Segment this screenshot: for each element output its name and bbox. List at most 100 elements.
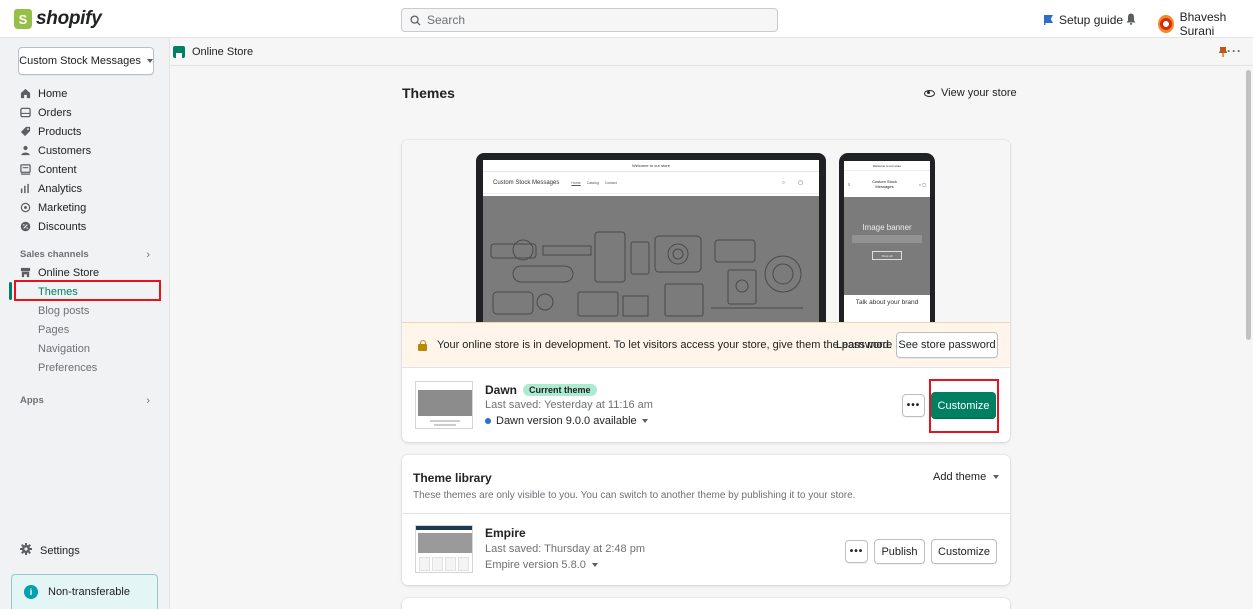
next-card: [402, 598, 1010, 609]
preview-store-name: Custom Stock Messages: [493, 179, 560, 186]
themes-highlight-annotation: [14, 280, 161, 301]
scrollbar[interactable]: [1244, 66, 1253, 609]
discount-icon: [20, 221, 31, 232]
library-theme-row: Empire Last saved: Thursday at 2:48 pm E…: [402, 513, 1010, 585]
sidebar-item-label: Customers: [38, 144, 92, 157]
search-placeholder: Search: [427, 13, 466, 27]
preview-nav: Home Catalog Contact: [571, 181, 616, 185]
search-icon: [410, 14, 421, 26]
chevron-down-icon: [591, 563, 598, 567]
shopify-bag-icon: S: [14, 9, 32, 29]
phone-banner: Image banner Shop all: [844, 197, 930, 295]
pin-icon[interactable]: [1219, 47, 1227, 57]
non-transferable-label: Non-transferable: [48, 586, 130, 598]
theme-more-actions-button[interactable]: •••: [902, 394, 925, 417]
library-theme-version-label: Empire version 5.8.0: [485, 559, 586, 571]
sidebar-item-label: Online Store: [38, 266, 100, 279]
scrollbar-thumb[interactable]: [1246, 70, 1251, 340]
library-theme-last-saved: Last saved: Thursday at 2:48 pm: [485, 543, 645, 555]
sidebar-item-label: Discounts: [38, 220, 87, 233]
chevron-down-icon: [993, 475, 1000, 479]
desktop-preview: Welcome to our store Custom Stock Messag…: [476, 153, 826, 322]
sidebar-item-discounts[interactable]: Discounts: [0, 217, 170, 236]
sidebar-subitem-blog-posts[interactable]: Blog posts: [0, 301, 170, 320]
user-name: Bhavesh Surani: [1179, 10, 1227, 38]
avatar: [1158, 15, 1174, 33]
sales-channels-label: Sales channels: [20, 249, 89, 260]
sidebar-item-orders[interactable]: Orders: [0, 103, 170, 122]
top-bar: S shopify Search Setup guide Bhavesh Sur…: [0, 0, 1253, 38]
sidebar-subitem-pages[interactable]: Pages: [0, 320, 170, 339]
library-customize-button[interactable]: Customize: [931, 539, 997, 564]
sidebar-item-customers[interactable]: Customers: [0, 141, 170, 160]
non-transferable-notice[interactable]: i Non-transferable: [11, 574, 158, 609]
sidebar-item-products[interactable]: Products: [0, 122, 170, 141]
phone-store-name: Custom Stock Messages: [872, 179, 897, 189]
gear-icon: [20, 543, 32, 558]
sidebar: Custom Stock Messages Home Orders Produc…: [0, 38, 170, 609]
chevron-right-icon: ›: [146, 395, 150, 407]
password-banner: Your online store is in development. To …: [402, 322, 1010, 367]
content-icon: [20, 164, 31, 175]
thumb-banner: [418, 533, 472, 553]
tag-icon: [20, 126, 31, 137]
thumb-cell: [458, 557, 469, 571]
thumb-line: [434, 424, 456, 426]
store-selector[interactable]: Custom Stock Messages: [18, 47, 154, 75]
theme-library-title: Theme library: [413, 471, 492, 485]
search-input[interactable]: Search: [401, 8, 778, 32]
breadcrumb-online-store[interactable]: Online Store: [173, 46, 253, 58]
phone-header-icons: ○ ▢: [918, 181, 926, 187]
view-store-link[interactable]: View your store: [924, 87, 1017, 99]
online-store-icon: [173, 46, 185, 58]
sidebar-item-home[interactable]: Home: [0, 84, 170, 103]
sidebar-item-label: Content: [38, 163, 77, 176]
chevron-down-icon: [641, 419, 648, 423]
phone-screen: Welcome to our store ≡ Custom Stock Mess…: [844, 161, 930, 322]
settings-link[interactable]: Settings: [20, 543, 80, 558]
theme-version-dropdown[interactable]: Dawn version 9.0.0 available: [485, 415, 648, 427]
theme-library-card: Theme library These themes are only visi…: [402, 455, 1010, 585]
see-store-password-button[interactable]: See store password: [896, 332, 998, 358]
sales-channels-header[interactable]: Sales channels ›: [20, 249, 150, 261]
shopify-logo[interactable]: S shopify: [14, 8, 102, 30]
library-theme-version-dropdown[interactable]: Empire version 5.8.0: [485, 559, 598, 571]
password-banner-text: Your online store is in development. To …: [437, 339, 892, 351]
desktop-screen: Welcome to our store Custom Stock Messag…: [483, 160, 819, 322]
library-theme-more-actions-button[interactable]: •••: [845, 540, 868, 563]
thumb-header: [416, 526, 472, 530]
sidebar-subitem-preferences[interactable]: Preferences: [0, 358, 170, 377]
sidebar-subitem-navigation[interactable]: Navigation: [0, 339, 170, 358]
bell-icon[interactable]: [1126, 13, 1136, 25]
more-actions-icon[interactable]: ···: [1227, 44, 1242, 58]
thumb-line: [430, 420, 460, 422]
preview-banner-image: [483, 196, 819, 322]
publish-button[interactable]: Publish: [874, 539, 925, 564]
chevron-right-icon: ›: [146, 249, 150, 261]
sidebar-item-label: Products: [38, 125, 82, 138]
thumb-cell: [445, 557, 456, 571]
store-selector-label: Custom Stock Messages: [19, 55, 141, 67]
add-theme-label: Add theme: [933, 471, 987, 483]
setup-guide-button[interactable]: Setup guide: [1044, 13, 1123, 27]
phone-announcement: Welcome to our store: [844, 161, 930, 171]
phone-banner-button: Shop all: [872, 251, 902, 260]
theme-name-text: Dawn: [485, 383, 518, 397]
chevron-down-icon: [146, 59, 153, 63]
apps-header[interactable]: Apps ›: [20, 395, 150, 407]
sketch-illustration: [490, 231, 803, 317]
sidebar-item-analytics[interactable]: Analytics: [0, 179, 170, 198]
sidebar-item-label: Home: [38, 87, 68, 100]
home-icon: [20, 88, 31, 99]
sidebar-item-label: Marketing: [38, 201, 87, 214]
sidebar-item-marketing[interactable]: Marketing: [0, 198, 170, 217]
current-theme-badge: Current theme: [523, 384, 597, 396]
thumb-cell: [432, 557, 443, 571]
update-dot-icon: [485, 418, 491, 424]
sidebar-item-content[interactable]: Content: [0, 160, 170, 179]
phone-talk-text: Talk about your brand: [855, 299, 919, 306]
view-store-label: View your store: [941, 87, 1017, 99]
user-menu[interactable]: Bhavesh Surani: [1158, 10, 1253, 38]
add-theme-button[interactable]: Add theme: [933, 471, 1000, 483]
learn-more-link[interactable]: Learn more: [836, 339, 892, 351]
